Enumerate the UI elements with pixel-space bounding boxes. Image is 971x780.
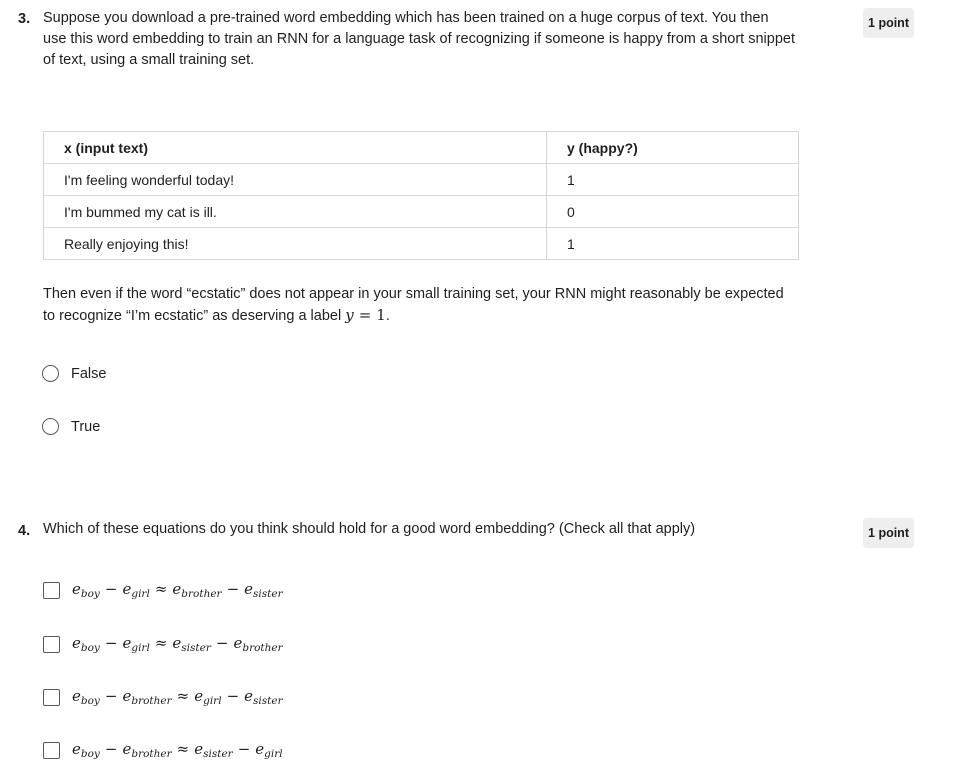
math-e: e <box>244 580 254 598</box>
followup-suffix: . <box>385 308 390 324</box>
equation: eboy − ebrother ≈ egirl − esister <box>72 687 283 707</box>
math-minus: − <box>104 634 118 652</box>
math-subscript: sister <box>203 748 233 760</box>
column-header-y: y (happy?) <box>546 131 799 164</box>
math-subscript: brother <box>131 748 172 760</box>
question-number: 4. <box>18 523 31 539</box>
math-subscript: boy <box>80 588 100 600</box>
math-subscript: sister <box>253 695 283 707</box>
question-text: Suppose you download a pre-trained word … <box>43 10 795 68</box>
table-cell: 1 <box>546 163 799 196</box>
math-subscript: girl <box>131 642 150 654</box>
math-e: e <box>72 740 81 758</box>
math-minus: − <box>237 740 251 758</box>
math-e: e <box>255 740 265 758</box>
math-e: e <box>194 740 204 758</box>
math-e: e <box>72 580 81 598</box>
question-text: Which of these equations do you think sh… <box>43 521 696 537</box>
equation: eboy − egirl ≈ esister − ebrother <box>72 634 283 654</box>
math-e: e <box>122 634 132 652</box>
checkbox[interactable] <box>43 741 60 759</box>
math-e: e <box>72 687 81 705</box>
math-subscript: sister <box>253 588 283 600</box>
table-row: Really enjoying this! 1 <box>43 227 799 260</box>
option-label: False <box>71 365 107 382</box>
math-e: e <box>72 634 81 652</box>
column-header-x: x (input text) <box>43 131 547 164</box>
table-row: I'm feeling wonderful today! 1 <box>43 163 799 196</box>
points-badge: 1 point <box>863 518 914 548</box>
math-e: e <box>122 740 132 758</box>
math-var: y <box>345 306 354 324</box>
math-e: e <box>122 580 132 598</box>
math-approx: ≈ <box>154 580 168 598</box>
math-op: = <box>358 306 372 324</box>
math-minus: − <box>226 580 240 598</box>
radio-button[interactable] <box>42 418 59 435</box>
math-e: e <box>194 687 204 705</box>
option-false[interactable]: False <box>42 365 106 382</box>
math-subscript: sister <box>181 642 211 654</box>
followup-prefix: Then even if the word “ecstatic” does no… <box>43 286 784 324</box>
question-followup-text: Then even if the word “ecstatic” does no… <box>43 284 795 327</box>
math-minus: − <box>104 580 118 598</box>
math-val: 1 <box>376 306 386 324</box>
math-subscript: boy <box>80 695 100 707</box>
points-badge: 1 point <box>863 8 914 38</box>
math-e: e <box>122 687 132 705</box>
equation-option-4[interactable]: eboy − ebrother ≈ esister − egirl <box>42 740 283 760</box>
option-true[interactable]: True <box>42 418 100 435</box>
equation-option-3[interactable]: eboy − ebrother ≈ egirl − esister <box>42 687 283 707</box>
radio-button[interactable] <box>42 365 59 382</box>
equation-option-2[interactable]: eboy − egirl ≈ esister − ebrother <box>42 634 283 654</box>
math-minus: − <box>104 740 118 758</box>
table-cell: 0 <box>546 195 799 228</box>
math-minus: − <box>104 687 118 705</box>
math-minus: − <box>215 634 229 652</box>
math-e: e <box>233 634 243 652</box>
math-subscript: boy <box>80 642 100 654</box>
math-approx: ≈ <box>154 634 168 652</box>
math-subscript: boy <box>80 748 100 760</box>
checkbox[interactable] <box>43 688 60 706</box>
training-set-table: x (input text) y (happy?) I'm feeling wo… <box>43 131 799 260</box>
equation-option-1[interactable]: eboy − egirl ≈ ebrother − esister <box>42 580 283 600</box>
table-row: I'm bummed my cat is ill. 0 <box>43 195 799 228</box>
math-subscript: brother <box>131 695 172 707</box>
table-cell: I'm bummed my cat is ill. <box>43 195 547 228</box>
math-subscript: girl <box>264 748 283 760</box>
table-header-row: x (input text) y (happy?) <box>43 131 799 164</box>
question-number: 3. <box>18 11 31 27</box>
math-subscript: girl <box>131 588 150 600</box>
math-subscript: brother <box>242 642 283 654</box>
table-cell: I'm feeling wonderful today! <box>43 163 547 196</box>
checkbox[interactable] <box>43 635 60 653</box>
table-cell: Really enjoying this! <box>43 227 547 260</box>
math-subscript: girl <box>203 695 222 707</box>
option-label: True <box>71 418 101 435</box>
table-cell: 1 <box>546 227 799 260</box>
equation: eboy − ebrother ≈ esister − egirl <box>72 740 283 760</box>
math-approx: ≈ <box>176 740 190 758</box>
equation: eboy − egirl ≈ ebrother − esister <box>72 580 283 600</box>
math-approx: ≈ <box>176 687 190 705</box>
math-e: e <box>172 634 182 652</box>
math-e: e <box>244 687 254 705</box>
math-minus: − <box>226 687 240 705</box>
math-e: e <box>172 580 182 598</box>
math-subscript: brother <box>181 588 222 600</box>
label-equation: y = 1 <box>345 306 386 324</box>
checkbox[interactable] <box>43 581 60 599</box>
